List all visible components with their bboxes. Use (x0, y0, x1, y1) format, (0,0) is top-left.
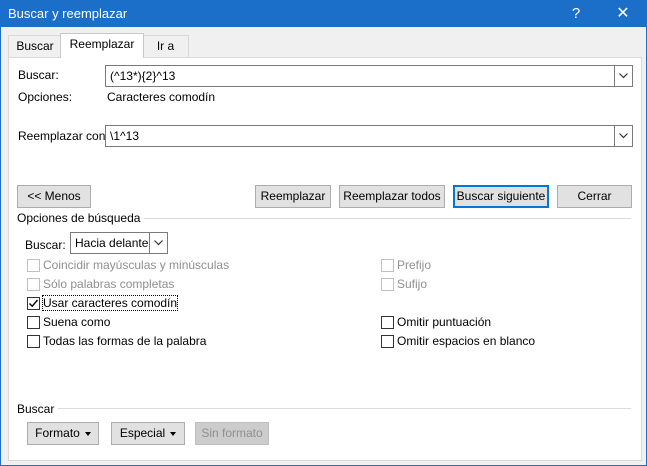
checkmark-icon (29, 299, 39, 308)
replace-label: Reemplazar con: (18, 129, 109, 143)
direction-select[interactable]: Hacia delante (70, 232, 168, 254)
all-forms-label: Todas las formas de la palabra (43, 334, 207, 348)
match-case-label: Coincidir mayúsculas y minúsculas (43, 258, 230, 272)
close-button[interactable]: Cerrar (557, 185, 632, 208)
special-button[interactable]: Especial (111, 422, 185, 445)
tab-reemplazar-label: Reemplazar (69, 37, 135, 51)
replace-button[interactable]: Reemplazar (255, 185, 331, 208)
whole-words-label: Sólo palabras completas (43, 277, 175, 291)
less-button[interactable]: << Menos (17, 185, 91, 208)
find-value: (^13*){2}^13 (110, 69, 176, 83)
tab-buscar[interactable]: Buscar (8, 35, 62, 57)
match-case-checkbox[interactable] (27, 259, 40, 272)
replace-dropdown-arrow[interactable] (614, 126, 632, 146)
whole-words-checkbox[interactable] (27, 278, 40, 291)
direction-dropdown-arrow[interactable] (149, 233, 167, 253)
ignore-spaces-label: Omitir espacios en blanco (397, 334, 536, 348)
suffix-label: Sufijo (397, 277, 428, 291)
direction-label: Buscar: (25, 238, 66, 252)
caret-down-icon (170, 431, 177, 436)
chevron-down-icon (154, 240, 163, 246)
help-button[interactable]: ? (553, 1, 599, 27)
title-bar[interactable]: Buscar y reemplazar ? ✕ (1, 1, 646, 27)
bottom-title: Buscar (17, 402, 59, 416)
find-dropdown-arrow[interactable] (614, 66, 632, 86)
tab-panel: Buscar: (^13*){2}^13 Opciones: Caractere… (8, 57, 642, 461)
find-label: Buscar: (18, 68, 59, 82)
special-label: Especial (119, 426, 166, 440)
sounds-like-label: Suena como (43, 315, 111, 329)
tab-buscar-label: Buscar (16, 39, 54, 53)
sounds-like-checkbox[interactable] (27, 316, 40, 329)
no-format-button: Sin formato (195, 422, 269, 445)
ignore-punctuation-label: Omitir puntuación (397, 315, 492, 329)
bottom-separator (17, 408, 631, 409)
ignore-spaces-checkbox[interactable] (381, 335, 394, 348)
tab-ir-a-label: Ir a (156, 39, 175, 53)
find-combo[interactable]: (^13*){2}^13 (105, 65, 633, 87)
all-forms-checkbox[interactable] (27, 335, 40, 348)
chevron-down-icon (619, 133, 628, 139)
replace-all-button[interactable]: Reemplazar todos (339, 185, 445, 208)
tab-ir-a[interactable]: Ir a (142, 35, 189, 57)
window-title: Buscar y reemplazar (8, 6, 128, 21)
format-button[interactable]: Formato (27, 422, 99, 445)
wildcards-checkbox[interactable] (27, 297, 40, 310)
replace-value: \1^13 (110, 129, 139, 143)
replace-combo[interactable]: \1^13 (105, 125, 633, 147)
find-next-button[interactable]: Buscar siguiente (453, 185, 549, 208)
find-replace-dialog: Buscar y reemplazar ? ✕ Buscar Reemplaza… (0, 0, 647, 466)
options-label: Opciones: (18, 90, 73, 104)
direction-value: Hacia delante (75, 236, 149, 250)
tab-reemplazar[interactable]: Reemplazar (60, 33, 144, 58)
search-options-title: Opciones de búsqueda (17, 211, 145, 225)
wildcards-label: Usar caracteres comodín (41, 295, 179, 311)
format-label: Formato (35, 426, 80, 440)
options-value: Caracteres comodín (107, 90, 216, 104)
close-window-button[interactable]: ✕ (600, 1, 646, 27)
caret-down-icon (84, 431, 91, 436)
chevron-down-icon (619, 73, 628, 79)
prefix-label: Prefijo (397, 258, 432, 272)
suffix-checkbox[interactable] (381, 278, 394, 291)
ignore-punctuation-checkbox[interactable] (381, 316, 394, 329)
prefix-checkbox[interactable] (381, 259, 394, 272)
